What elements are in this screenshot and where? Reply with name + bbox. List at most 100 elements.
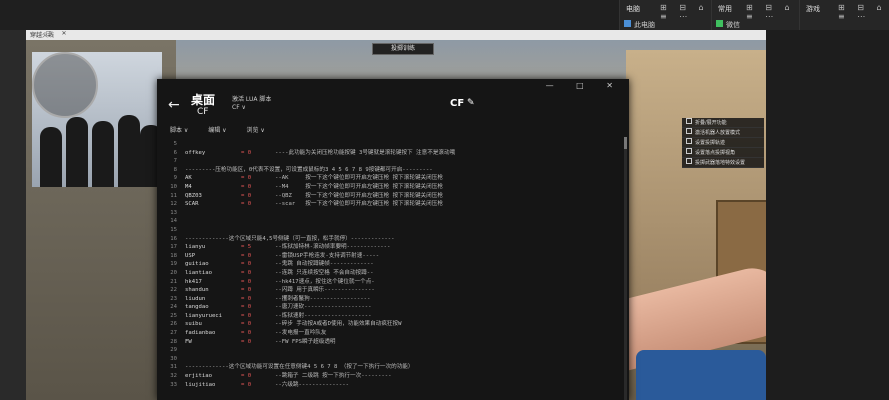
code-comment: --发电报一直吟队友: [275, 330, 327, 337]
edit-pencil-icon[interactable]: ✎: [467, 98, 475, 108]
variable-name: guitiao: [185, 261, 209, 268]
code-area[interactable]: 5 6 offkey = 0 ----此功能为关闭压枪功能按键 3号键就是滚轮键按下 注…: [157, 140, 625, 400]
code-line[interactable]: 23 liudun = 0 --攫刺者鬣狗------------------: [157, 295, 625, 304]
variable-value: = 0: [241, 304, 252, 311]
code-line[interactable]: 32 erjitiao = 0 --跳箱子 二级跳 按一下执行一次---------: [157, 372, 625, 381]
code-line[interactable]: 13: [157, 209, 625, 218]
line-number: 28: [170, 338, 177, 345]
scrollbar-thumb[interactable]: [624, 137, 627, 149]
code-comment: ----此功能为关闭压枪功能按键 3号键就是滚轮键按下 注意不是滚动哦: [275, 149, 456, 156]
back-arrow-icon[interactable]: ←: [168, 97, 180, 113]
hud-menu-item[interactable]: 设置落点投掷视角: [682, 148, 764, 158]
code-line[interactable]: 25 lianyurueci = 0 --炼狱速射------------------…: [157, 312, 625, 321]
hud-menu[interactable]: 折叠/展开功能 激活机器人放置模式 设置投掷轨迹 设置落点投掷视角 投掷武器落地…: [682, 118, 764, 168]
hud-menu-item[interactable]: 设置投掷轨迹: [682, 138, 764, 148]
hud-menu-item[interactable]: 激活机器人放置模式: [682, 128, 764, 138]
code-line[interactable]: 17 lianyu = 5 --炼狱加特林-滚动帧率要明-------------: [157, 243, 625, 252]
editor-title: 桌面: [191, 93, 216, 107]
code-line[interactable]: 11 QBZ03 = 0 --QBZ 按一下这个键位即可开启左键压枪 按下滚轮键关闭压…: [157, 192, 625, 201]
code-line[interactable]: 29: [157, 346, 625, 355]
code-line[interactable]: 16 -------------这个区域只能4,5号侧键（可一直按，松手就停）--…: [157, 235, 625, 244]
checkbox-icon: [686, 158, 692, 164]
line-number: 25: [170, 312, 177, 319]
line-number: 11: [170, 192, 177, 199]
variable-value: = 0: [241, 312, 252, 319]
code-line[interactable]: 19 guitiao = 0 --鬼跳 自动按蹲键帧-------------: [157, 260, 625, 269]
desktop-right-area: [766, 30, 889, 400]
code-comment: --炼狱速射--------------------: [275, 312, 372, 319]
variable-value: = 0: [241, 287, 252, 294]
hud-menu-item[interactable]: 投掷武器落地特效设置: [682, 158, 764, 168]
line-number: 31: [170, 364, 177, 371]
checkbox-icon: [686, 148, 692, 154]
code-line[interactable]: 8 ---------压枪功能区，0代表不设置，可设置成鼠标的3 4 5 6 7 …: [157, 166, 625, 175]
variable-value: = 0: [241, 338, 252, 345]
activate-lua-label[interactable]: 激活 LUA 脚本: [232, 94, 271, 103]
code-line[interactable]: 6 offkey = 0 ----此功能为关闭压枪功能按键 3号键就是滚轮键按下 注意…: [157, 149, 625, 158]
code-line[interactable]: 18 USP = 0 --雷锁USP手枪连发-支持调节射速-----: [157, 252, 625, 261]
line-number: 33: [170, 381, 177, 388]
tile-item[interactable]: 此电脑: [634, 20, 655, 30]
line-number: 29: [170, 347, 177, 354]
minimap: [32, 52, 98, 118]
variable-name: liudun: [185, 295, 206, 302]
code-line[interactable]: 24 tangdao = 0 --唐刀速砍--------------------: [157, 303, 625, 312]
code-line[interactable]: 27 fadianbao = 0 --发电报一直吟队友: [157, 329, 625, 338]
variable-name: FW: [185, 338, 192, 345]
line-number: 32: [170, 373, 177, 380]
desktop-tile-common[interactable]: 常用 ⊞ ⊟ ⌂ ≡ ⋯ 微信: [711, 0, 800, 34]
variable-value: = 0: [241, 192, 252, 199]
code-line[interactable]: 14: [157, 217, 625, 226]
game-window-controls[interactable]: — □ ✕: [30, 30, 762, 37]
line-number: 9: [173, 175, 177, 182]
tile-title: 常用: [718, 5, 732, 13]
tile-item[interactable]: 微信: [726, 20, 740, 30]
code-line[interactable]: 15: [157, 226, 625, 235]
code-line[interactable]: 5: [157, 140, 625, 149]
line-number: 30: [170, 355, 177, 362]
code-comment: --hk417速点，按住这个键位就一个点-: [275, 278, 375, 285]
code-comment: --雷锁USP手枪连发-支持调节射速-----: [275, 252, 380, 259]
poster-figure: [118, 115, 140, 187]
desktop-tile-computer[interactable]: 电脑 ⊞ ⊟ ⌂ ≡ ⋯ 此电脑: [619, 0, 712, 34]
variable-value: = 0: [241, 269, 252, 276]
checkbox-icon: [686, 118, 692, 124]
script-editor-window[interactable]: — □ ✕ ← 桌面 CF 激活 LUA 脚本 CF ∨ CF ✎ 脚本 ∨ 编…: [157, 79, 629, 400]
tile-controls[interactable]: ⊞ ⊟ ⌂ ≡ ⋯: [746, 3, 800, 21]
code-line[interactable]: 33 liujitiao = 0 --六级跳---------------: [157, 381, 625, 390]
hud-menu-item[interactable]: 折叠/展开功能: [682, 118, 764, 128]
variable-value: = 0: [241, 175, 252, 182]
desktop-tile-games[interactable]: 游戏 ⊞ ⊟ ⌂ ≡ ⋯: [799, 0, 889, 34]
code-line[interactable]: 30: [157, 355, 625, 364]
line-number: 18: [170, 252, 177, 259]
line-number: 21: [170, 278, 177, 285]
code-comment: --跳箱子 二级跳 按一下执行一次---------: [275, 373, 392, 380]
code-line[interactable]: 31 -------------这个区域功能可设置在任意侧键4 5 6 7 8 （…: [157, 363, 625, 372]
editor-scrollbar[interactable]: [624, 137, 627, 400]
variable-value: = 5: [241, 244, 252, 251]
code-line[interactable]: 21 hk417 = 0 --hk417速点，按住这个键位就一个点-: [157, 278, 625, 287]
code-line[interactable]: 12 SCAR = 0 --scar 按一下这个键位即可开启左键压枪 按下滚轮键关闭压…: [157, 200, 625, 209]
code-comment: --唐刀速砍--------------------: [275, 304, 372, 311]
tile-controls[interactable]: ⊞ ⊟ ⌂ ≡ ⋯: [660, 3, 712, 21]
code-line[interactable]: 28 FW = 0 --FW FPS瞬子超级透明: [157, 338, 625, 347]
code-line[interactable]: 7: [157, 157, 625, 166]
variable-name: hk417: [185, 278, 202, 285]
code-line[interactable]: 26 suibu = 0 --碎步 手动按A或者D使用，功能效果自动疯狂按W: [157, 320, 625, 329]
line-number: 7: [173, 158, 177, 165]
desktop-top-area: 电脑 ⊞ ⊟ ⌂ ≡ ⋯ 此电脑 常用 ⊞ ⊟ ⌂ ≡ ⋯ 微信 游戏 ⊞ ⊟ …: [0, 0, 889, 34]
code-line[interactable]: 9 AK = 0 --AK 按一下这个键位即可开启左键压枪 按下滚轮键关闭压枪: [157, 174, 625, 183]
menu-browse[interactable]: 浏览 ∨: [246, 127, 264, 134]
variable-value: = 0: [241, 261, 252, 268]
code-comment: --连跳 只连续按空格 不会自动按蹲--: [275, 269, 374, 276]
code-text: ---------压枪功能区，0代表不设置，可设置成鼠标的3 4 5 6 7 8…: [185, 166, 433, 173]
code-line[interactable]: 10 M4 = 0 --M4 按一下这个键位即可开启左键压枪 按下滚轮键关闭压枪: [157, 183, 625, 192]
variable-value: = 0: [241, 381, 252, 388]
code-line[interactable]: 22 shandun = 0 --闪蹲 用于真瞬乐---------------: [157, 286, 625, 295]
menu-edit[interactable]: 编辑 ∨: [208, 127, 226, 134]
menu-script[interactable]: 脚本 ∨: [170, 127, 188, 134]
profile-dropdown[interactable]: CF ∨: [232, 104, 246, 111]
editor-window-controls[interactable]: — □ ✕: [546, 81, 623, 90]
tile-controls[interactable]: ⊞ ⊟ ⌂ ≡ ⋯: [838, 3, 889, 21]
code-line[interactable]: 20 liantiao = 0 --连跳 只连续按空格 不会自动按蹲--: [157, 269, 625, 278]
